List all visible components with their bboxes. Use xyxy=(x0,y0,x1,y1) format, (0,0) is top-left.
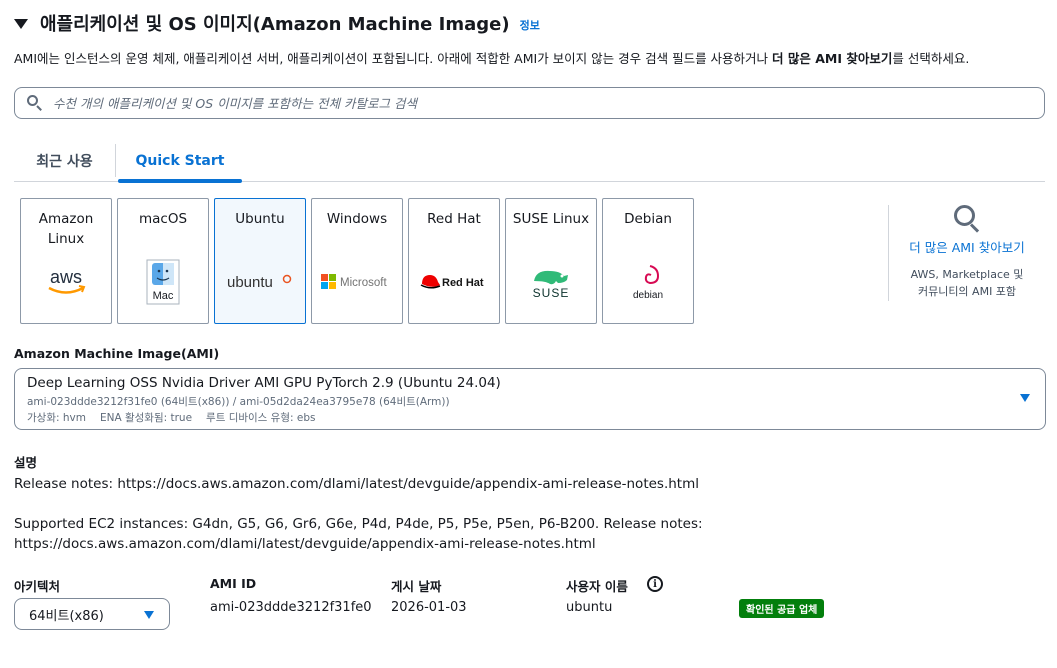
ami-select[interactable]: Deep Learning OSS Nvidia Driver AMI GPU … xyxy=(14,368,1046,430)
browse-more-link[interactable]: 더 많은 AMI 찾아보기 xyxy=(892,237,1042,256)
search-icon xyxy=(27,95,43,111)
section-header: 애플리케이션 및 OS 이미지(Amazon Machine Image) 정보 xyxy=(14,10,540,36)
browse-more-subtext: AWS, Marketplace 및 커뮤니티의 AMI 포함 xyxy=(910,268,1024,298)
catalog-search[interactable] xyxy=(14,87,1045,119)
os-tile-ubuntu[interactable]: Ubuntu ubuntu xyxy=(214,198,306,324)
svg-text:ubuntu: ubuntu xyxy=(227,274,273,291)
mac-finder-icon: Mac xyxy=(118,259,208,305)
os-tile-redhat[interactable]: Red Hat Red Hat xyxy=(408,198,500,324)
svg-text:Microsoft: Microsoft xyxy=(340,277,387,289)
svg-text:debian: debian xyxy=(633,290,663,301)
tile-label: Amazon Linux xyxy=(38,211,94,247)
publish-date-label: 게시 날짜 xyxy=(391,579,442,594)
divider xyxy=(888,205,889,301)
section-title: 애플리케이션 및 OS 이미지(Amazon Machine Image) xyxy=(40,14,510,35)
description-line-1: Release notes: https://docs.aws.amazon.c… xyxy=(14,476,699,492)
ami-id-value: ami-023ddde3212f31fe0 xyxy=(210,600,372,615)
os-tile-macos[interactable]: macOS Mac xyxy=(117,198,209,324)
ami-name: Deep Learning OSS Nvidia Driver AMI GPU … xyxy=(27,375,501,391)
os-tile-windows[interactable]: Windows Microsoft xyxy=(311,198,403,324)
description-line-2: Supported EC2 instances: G4dn, G5, G6, G… xyxy=(14,516,703,532)
svg-text:SUSE: SUSE xyxy=(533,286,570,299)
section-description: AMI에는 인스턴스의 운영 체제, 애플리케이션 서버, 애플리케이션이 포함… xyxy=(14,51,970,66)
tab-recent[interactable]: 최근 사용 xyxy=(14,144,116,177)
tile-label: SUSE Linux xyxy=(512,211,590,227)
tile-label: Windows xyxy=(326,211,388,227)
ubuntu-logo-icon: ubuntu xyxy=(215,261,305,303)
info-link[interactable]: 정보 xyxy=(520,17,540,33)
tile-label: Ubuntu xyxy=(235,211,285,227)
publish-date-value: 2026-01-03 xyxy=(391,600,467,615)
username-label: 사용자 이름 xyxy=(566,579,628,594)
suse-logo-icon: SUSE xyxy=(506,261,596,303)
microsoft-logo-icon: Microsoft xyxy=(312,261,402,303)
description-line-3: https://docs.aws.amazon.com/dlami/latest… xyxy=(14,536,596,552)
ami-field-label: Amazon Machine Image(AMI) xyxy=(14,346,220,361)
browse-more-amis[interactable]: 더 많은 AMI 찾아보기 AWS, Marketplace 및 커뮤니티의 A… xyxy=(892,203,1042,300)
caret-down-icon xyxy=(144,611,154,619)
os-tile-debian[interactable]: Debian debian xyxy=(602,198,694,324)
svg-text:Mac: Mac xyxy=(153,290,174,302)
verified-provider-badge: 확인된 공급 업체 xyxy=(739,599,825,618)
tile-label: Debian xyxy=(624,211,672,227)
info-icon[interactable]: i xyxy=(647,576,663,592)
tab-quick-start[interactable]: Quick Start xyxy=(118,140,242,183)
description-label: 설명 xyxy=(14,455,38,470)
ami-ids: ami-023ddde3212f31fe0 (64비트(x86)) / ami-… xyxy=(27,396,450,408)
svg-text:Red Hat: Red Hat xyxy=(442,277,484,289)
username-value: ubuntu xyxy=(566,600,613,615)
architecture-label: 아키텍처 xyxy=(14,579,61,594)
architecture-select[interactable]: 64비트(x86) xyxy=(14,598,170,630)
os-tile-amazon-linux[interactable]: Amazon Linux aws xyxy=(20,198,112,324)
aws-logo-icon: aws xyxy=(21,261,111,303)
os-tile-suse[interactable]: SUSE Linux SUSE xyxy=(505,198,597,324)
tile-label: macOS xyxy=(138,211,188,227)
search-input[interactable] xyxy=(53,95,1013,111)
debian-logo-icon: debian xyxy=(603,261,693,303)
search-icon xyxy=(952,203,982,233)
caret-down-icon xyxy=(1020,394,1030,402)
tile-label: Red Hat xyxy=(427,211,481,227)
tab-bar: 최근 사용 Quick Start xyxy=(14,140,1045,183)
svg-text:aws: aws xyxy=(50,267,82,287)
ami-meta: 가상화: hvm ENA 활성화됨: true 루트 디바이스 유형: ebs xyxy=(27,412,316,424)
redhat-logo-icon: Red Hat xyxy=(409,261,499,303)
ami-id-label: AMI ID xyxy=(210,576,257,591)
caret-down-icon[interactable] xyxy=(14,19,28,29)
